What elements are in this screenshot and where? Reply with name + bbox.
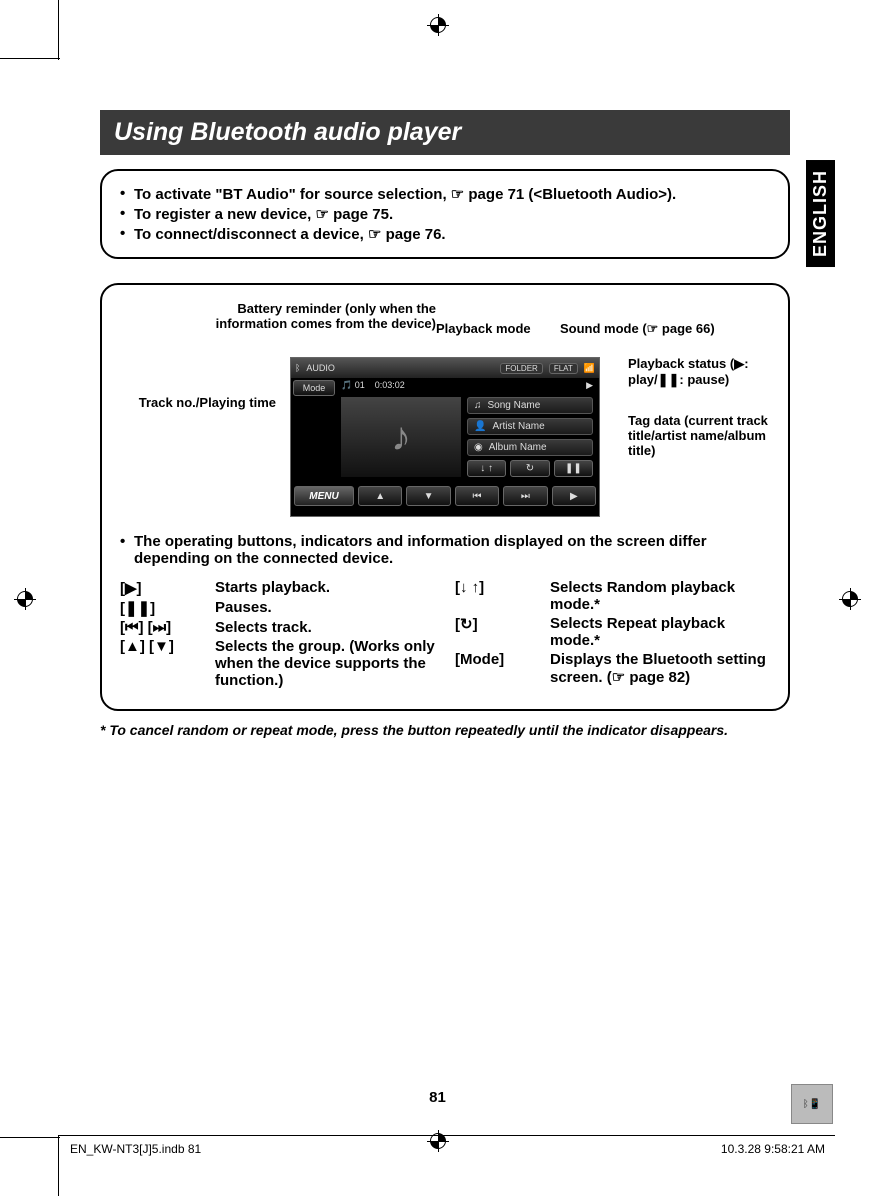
song-name-row: ♫Song Name bbox=[467, 397, 593, 414]
pause-button[interactable]: ❚❚ bbox=[554, 460, 593, 477]
content-area: Using Bluetooth audio player To activate… bbox=[100, 110, 790, 711]
mode-button[interactable]: Mode bbox=[293, 380, 335, 396]
section-title: Using Bluetooth audio player bbox=[100, 110, 790, 155]
callout-battery: Battery reminder (only when the informat… bbox=[166, 301, 436, 331]
controls-table: [▶]Starts playback.[❚❚]Pauses.[⏮] [⏭]Sel… bbox=[120, 579, 770, 691]
control-desc: Selects the group. (Works only when the … bbox=[215, 638, 435, 689]
eq-indicator: FLAT bbox=[549, 363, 578, 374]
control-desc: Selects Random playback mode.* bbox=[550, 579, 770, 613]
callout-playback-mode: Playback mode bbox=[436, 321, 531, 336]
page-ref: ☞ page 75. bbox=[315, 206, 393, 223]
language-tab: ENGLISH bbox=[806, 160, 835, 267]
control-key: [↻] bbox=[455, 615, 550, 649]
bluetooth-device-icon: ᛒ📱 bbox=[791, 1084, 833, 1124]
page-number: 81 bbox=[0, 1089, 875, 1106]
control-row: [▲] [▼]Selects the group. (Works only wh… bbox=[120, 638, 435, 689]
artist-name-row: 👤Artist Name bbox=[467, 418, 593, 435]
text: To register a new device, bbox=[134, 206, 315, 223]
page-ref: ☞ page 76. bbox=[368, 226, 446, 243]
crop-mark bbox=[0, 58, 60, 59]
control-row: [Mode]Displays the Bluetooth setting scr… bbox=[455, 651, 770, 686]
note-item: To register a new device, ☞ page 75. bbox=[120, 205, 770, 223]
callout-playback-status: Playback status (▶: play/❚❚: pause) bbox=[628, 356, 768, 388]
prev-track-button[interactable]: ⏮ bbox=[455, 486, 499, 506]
source-label: AUDIO bbox=[306, 363, 335, 373]
control-key: [▶] bbox=[120, 579, 215, 597]
control-desc: Pauses. bbox=[215, 599, 435, 617]
page-ref: ☞ page 71 (< bbox=[451, 186, 542, 203]
play-button[interactable]: ▶ bbox=[552, 486, 596, 506]
footer-filename: EN_KW-NT3[J]5.indb 81 bbox=[70, 1142, 201, 1156]
control-key: [⏮] [⏭] bbox=[120, 619, 215, 636]
group-down-button[interactable]: ▼ bbox=[406, 486, 450, 506]
footnote: * To cancel random or repeat mode, press… bbox=[100, 722, 790, 738]
control-row: [▶]Starts playback. bbox=[120, 579, 435, 597]
notes-box: To activate "BT Audio" for source select… bbox=[100, 169, 790, 259]
footer-divider bbox=[58, 1135, 835, 1136]
album-art-icon: ♪ bbox=[341, 397, 461, 477]
text: To connect/disconnect a device, bbox=[134, 226, 368, 243]
next-track-button[interactable]: ⏭ bbox=[503, 486, 547, 506]
registration-mark-icon bbox=[14, 588, 36, 610]
device-screen: ᛒ AUDIO FOLDER FLAT 📶 🎵 01 0:03:02 ▶ Mod… bbox=[290, 357, 600, 517]
play-time: 0:03:02 bbox=[375, 380, 405, 391]
control-key: [↓ ↑] bbox=[455, 579, 550, 613]
control-desc: Selects track. bbox=[215, 619, 435, 636]
control-row: [↓ ↑]Selects Random playback mode.* bbox=[455, 579, 770, 613]
registration-mark-icon bbox=[427, 14, 449, 36]
registration-mark-icon bbox=[839, 588, 861, 610]
menu-button[interactable]: MENU bbox=[294, 486, 354, 506]
registration-mark-icon bbox=[427, 1130, 449, 1152]
footer-timestamp: 10.3.28 9:58:21 AM bbox=[721, 1142, 825, 1156]
operation-note: The operating buttons, indicators and in… bbox=[120, 533, 770, 567]
control-row: [↻]Selects Repeat playback mode.* bbox=[455, 615, 770, 649]
crop-mark bbox=[58, 0, 59, 60]
control-row: [⏮] [⏭]Selects track. bbox=[120, 619, 435, 636]
control-key: [❚❚] bbox=[120, 599, 215, 617]
folder-indicator: FOLDER bbox=[500, 363, 542, 374]
note-item: To activate "BT Audio" for source select… bbox=[120, 185, 770, 203]
group-up-button[interactable]: ▲ bbox=[358, 486, 402, 506]
control-desc: Starts playback. bbox=[215, 579, 435, 597]
track-number: 01 bbox=[355, 380, 365, 390]
text: To activate "BT Audio" for source select… bbox=[134, 186, 451, 203]
crop-mark bbox=[58, 1136, 59, 1196]
random-button[interactable]: ↓ ↑ bbox=[467, 460, 506, 477]
callout-track: Track no./Playing time bbox=[116, 395, 276, 410]
album-name-row: ◉Album Name bbox=[467, 439, 593, 456]
note-item: To connect/disconnect a device, ☞ page 7… bbox=[120, 225, 770, 243]
callout-tag-data: Tag data (current track title/artist nam… bbox=[628, 413, 768, 458]
callout-sound-mode: Sound mode (☞ page 66) bbox=[560, 321, 715, 337]
control-key: [▲] [▼] bbox=[120, 638, 215, 689]
manual-page: ENGLISH Using Bluetooth audio player To … bbox=[0, 0, 875, 1196]
text: >). bbox=[658, 186, 676, 203]
signal-icon: 📶 bbox=[584, 363, 595, 374]
control-desc: Selects Repeat playback mode.* bbox=[550, 615, 770, 649]
control-row: [❚❚]Pauses. bbox=[120, 599, 435, 617]
control-desc: Displays the Bluetooth setting screen. (… bbox=[550, 651, 770, 686]
bold-text: Bluetooth Audio bbox=[542, 186, 658, 203]
crop-mark bbox=[0, 1137, 60, 1138]
repeat-button[interactable]: ↻ bbox=[510, 460, 549, 477]
diagram-box: Battery reminder (only when the informat… bbox=[100, 283, 790, 711]
control-key: [Mode] bbox=[455, 651, 550, 686]
bluetooth-icon: ᛒ bbox=[295, 363, 300, 373]
